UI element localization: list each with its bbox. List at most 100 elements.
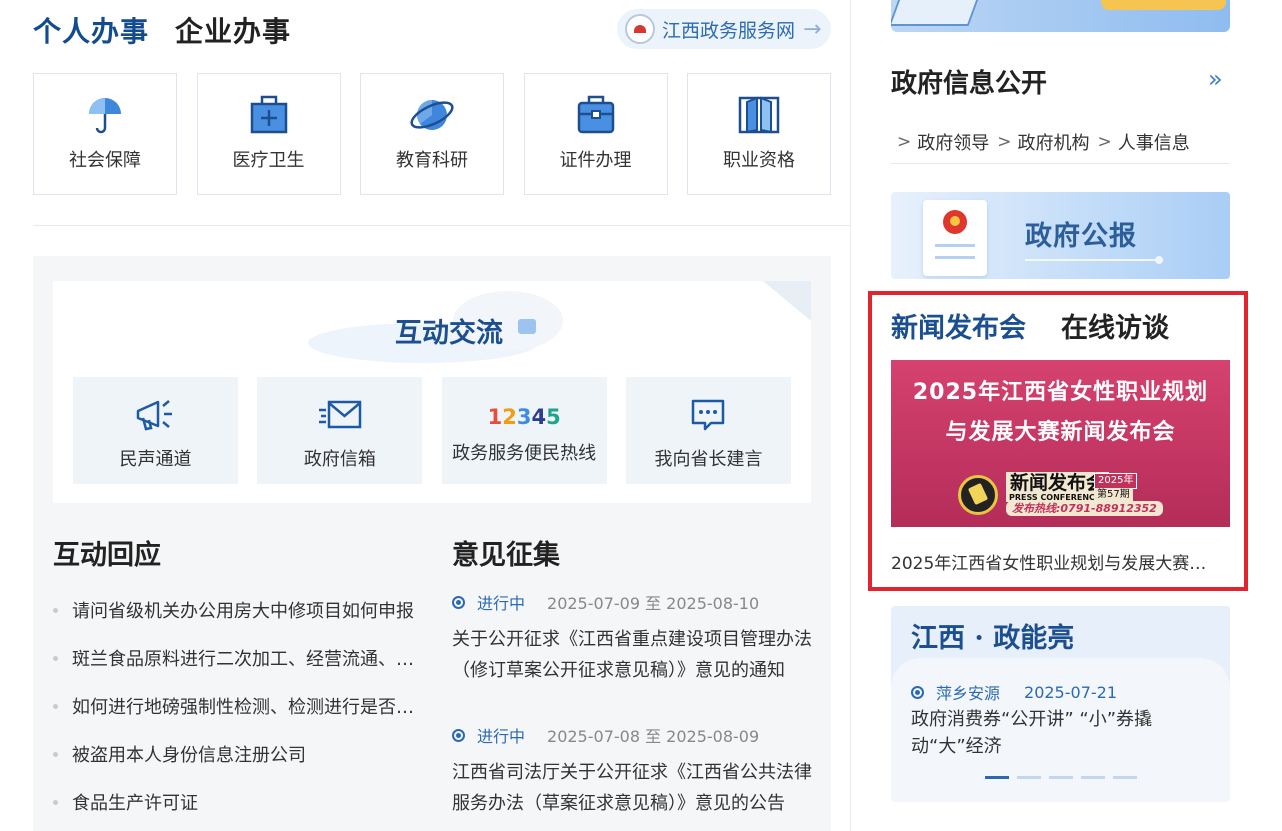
channel-label: 政务服务便民热线: [452, 443, 597, 464]
doc-line: [935, 244, 975, 247]
link-gov-agencies[interactable]: 政府机构: [1018, 129, 1090, 155]
zheng-title: 江西 · 政能亮: [911, 623, 1075, 654]
list-item[interactable]: 食品生产许可证: [53, 778, 423, 826]
opinions-title: 意见征集: [452, 540, 560, 571]
emblem-icon: [625, 14, 655, 44]
section-divider: [33, 225, 850, 226]
channel-12345-hotline[interactable]: 12345 政务服务便民热线: [441, 377, 607, 484]
status-badge: 进行中: [477, 727, 526, 746]
bullet-icon: [53, 703, 58, 709]
channel-gov-mailbox[interactable]: 政府信箱: [257, 377, 423, 484]
press-hotline: 发布热线:0791-88912352: [1006, 501, 1163, 516]
jiangxi-gov-service-link[interactable]: 江西政务服务网 →: [617, 9, 831, 49]
date-label: 2025-07-21: [1024, 682, 1117, 702]
status-dot-icon: [452, 595, 465, 609]
zheng-card[interactable]: 萍乡安源 2025-07-21 政府消费券“公开讲” “小”券撬动“大”经济: [891, 658, 1230, 802]
interaction-panel: 互动交流 民声通道 政府信箱 12345 政务服务便民热线 我向省长建言 互动回…: [33, 256, 831, 831]
opinion-item[interactable]: 进行中 2025-07-08 至 2025-08-09 江西省司法厅关于公开征求…: [452, 723, 812, 819]
bullet-icon: [53, 655, 58, 661]
service-education[interactable]: 教育科研: [360, 73, 504, 195]
press-year: 2025年: [1094, 473, 1138, 489]
list-item-text: 请问省级机关办公用房大中修项目如何申报: [72, 601, 414, 622]
doc-line: [935, 256, 975, 259]
list-item[interactable]: 如何进行地磅强制性检测、检测进行是否收费: [53, 682, 423, 730]
chat-bubble-icon: [518, 319, 536, 334]
planet-icon: [410, 100, 454, 130]
umbrella-icon: [89, 98, 121, 134]
pager-dot[interactable]: [1017, 776, 1041, 779]
gov-info-links: > 政府领导 > 政府机构 > 人事信息: [891, 120, 1230, 164]
service-medical[interactable]: 医疗卫生: [196, 73, 341, 195]
medical-kit-icon: [250, 95, 287, 134]
service-certificates[interactable]: 证件办理: [523, 73, 668, 195]
carousel-pager: [985, 776, 1145, 779]
chat-icon: [692, 399, 725, 431]
opinion-meta: 进行中 2025-07-08 至 2025-08-09: [452, 723, 812, 747]
news-image-title: 2025年江西省女性职业规划 与发展大赛新闻发布会: [912, 380, 1209, 445]
link-gov-leaders[interactable]: 政府领导: [917, 129, 989, 155]
channel-public-voice[interactable]: 民声通道: [73, 377, 238, 484]
service-label: 社会保障: [69, 150, 141, 171]
tab-press-conference[interactable]: 新闻发布会: [891, 306, 1026, 345]
pager-dot[interactable]: [1049, 776, 1073, 779]
right-sidebar: 政府信息公开 » > 政府领导 > 政府机构 > 人事信息 政府公报 新闻发布会 在线…: [868, 0, 1249, 821]
document-icon: [923, 200, 987, 276]
channel-label: 政府信箱: [303, 449, 376, 470]
service-label: 职业资格: [723, 150, 795, 171]
responses-title: 互动回应: [53, 540, 161, 571]
zheng-neng-liang-panel: 江西 · 政能亮 萍乡安源 2025-07-21 政府消费券“公开讲” “小”券…: [891, 606, 1230, 802]
tab-online-interview[interactable]: 在线访谈: [1061, 306, 1169, 345]
channel-label: 民声通道: [119, 449, 192, 470]
list-item[interactable]: 被盗用本人身份信息注册公司: [53, 730, 423, 778]
interaction-box: 互动交流 民声通道 政府信箱 12345 政务服务便民热线 我向省长建言: [53, 281, 811, 503]
chevron-right-icon: >: [1097, 131, 1112, 152]
top-banner[interactable]: [891, 0, 1230, 32]
status-dot-icon: [452, 728, 465, 742]
list-item[interactable]: 斑兰食品原料进行二次加工、经营流通、销售: [53, 634, 423, 682]
list-item-text: 斑兰食品原料进行二次加工、经营流通、销售: [72, 649, 423, 670]
bullet-icon: [53, 751, 58, 757]
news-caption-link[interactable]: 2025年江西省女性职业规划与发展大赛新闻发布会: [891, 549, 1223, 574]
service-qualifications[interactable]: 职业资格: [687, 73, 831, 195]
pager-dot[interactable]: [985, 776, 1009, 779]
zheng-text: 政府消费券“公开讲” “小”券撬动“大”经济: [911, 709, 1153, 757]
banner-graphic: [1101, 0, 1226, 10]
press-conference-image[interactable]: 2025年江西省女性职业规划 与发展大赛新闻发布会 新闻发布会 PRESS CO…: [891, 360, 1230, 527]
bullet-icon: [53, 799, 58, 805]
gazette-title: 政府公报: [1025, 221, 1137, 252]
opinion-meta: 进行中 2025-07-09 至 2025-08-10: [452, 590, 812, 614]
briefcase-icon: [577, 95, 614, 134]
link-personnel-info[interactable]: 人事信息: [1118, 129, 1190, 155]
channel-label: 我向省长建言: [654, 449, 763, 470]
megaphone-icon: [136, 400, 172, 431]
status-badge: 进行中: [477, 594, 526, 613]
opinion-item[interactable]: 进行中 2025-07-09 至 2025-08-10 关于公开征求《江西省重点…: [452, 590, 812, 686]
interaction-channels: 民声通道 政府信箱 12345 政务服务便民热线 我向省长建言: [73, 377, 791, 484]
more-double-chevron-icon[interactable]: »: [1208, 65, 1223, 93]
service-label: 医疗卫生: [232, 150, 305, 171]
column-divider: [850, 0, 851, 831]
pager-dot[interactable]: [1113, 776, 1137, 779]
list-item-text: 被盗用本人身份信息注册公司: [72, 745, 306, 766]
list-item-text: 食品生产许可证: [72, 793, 198, 814]
chevron-right-icon: >: [897, 131, 912, 152]
date-range: 2025-07-08 至 2025-08-09: [547, 727, 760, 746]
portal-link-label: 江西政务服务网: [662, 19, 796, 42]
service-label: 证件办理: [559, 150, 632, 171]
book-icon: [738, 96, 780, 134]
tab-enterprise-affairs[interactable]: 企业办事: [175, 10, 291, 50]
tab-personal-affairs[interactable]: 个人办事: [33, 10, 149, 50]
press-issue: 第57期: [1094, 488, 1133, 502]
service-label: 教育科研: [396, 150, 468, 171]
source-label: 萍乡安源: [936, 684, 1001, 703]
gov-gazette-banner[interactable]: 政府公报: [891, 192, 1230, 279]
mail-icon: [318, 400, 362, 429]
service-social-security[interactable]: 社会保障: [33, 73, 177, 195]
list-item[interactable]: 请问省级机关办公用房大中修项目如何申报: [53, 586, 423, 634]
channel-governor-advice[interactable]: 我向省长建言: [625, 377, 791, 484]
pager-dot[interactable]: [1081, 776, 1105, 779]
arrow-right-icon: →: [803, 16, 822, 42]
emblem-icon: [943, 210, 967, 234]
press-logo-icon: [958, 475, 998, 515]
status-dot-icon: [911, 685, 924, 699]
